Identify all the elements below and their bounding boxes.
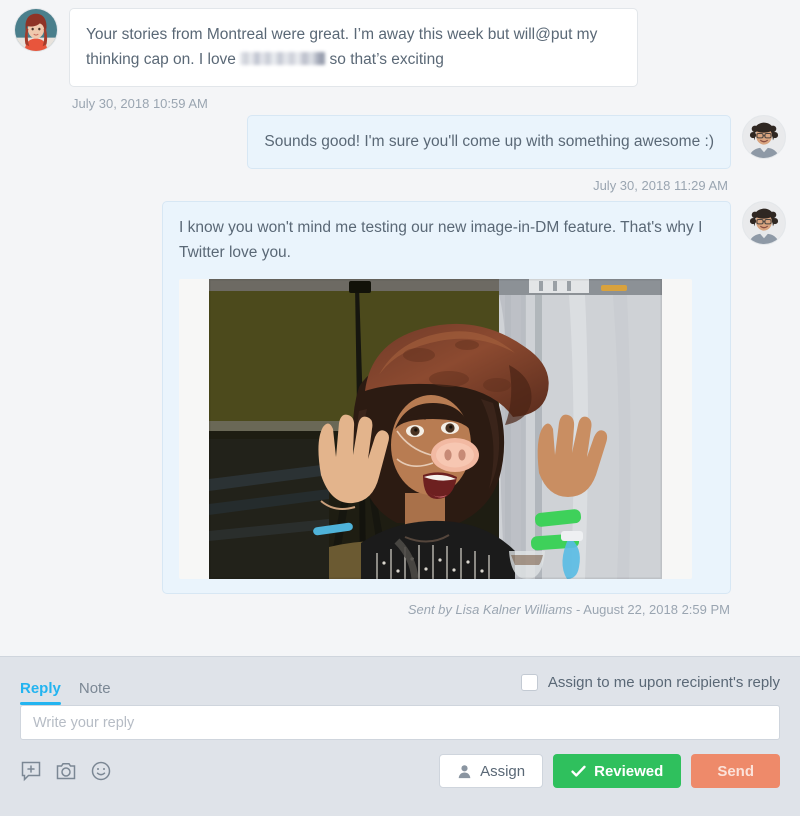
message-block: Your stories from Montreal were great. I… [58,8,638,111]
image-attachment[interactable] [179,278,692,579]
reply-input[interactable] [20,705,780,740]
emoji-icon[interactable] [90,760,112,782]
composer-actions-row: Assign Reviewed Send [20,754,780,788]
sent-by-separator: - [572,601,584,617]
check-icon [571,765,586,777]
redacted-text [240,52,326,66]
message-row-inbound: Your stories from Montreal were great. I… [14,8,786,111]
sent-by-footer: Sent by Lisa Kalner Williams - August 22… [162,594,730,617]
message-block: Sounds good! I'm sure you'll come up wit… [247,115,742,193]
assign-button[interactable]: Assign [439,754,544,788]
send-button[interactable]: Send [691,754,780,788]
tab-note[interactable]: Note [79,681,111,705]
composer-buttons: Assign Reviewed Send [439,754,780,788]
camera-icon[interactable] [55,760,77,782]
composer-tool-icons [20,760,112,782]
assign-on-reply-label: Assign to me upon recipient's reply [547,673,780,691]
message-row-outbound: Sounds good! I'm sure you'll come up wit… [14,115,786,193]
tab-reply[interactable]: Reply [20,681,61,705]
reviewed-button[interactable]: Reviewed [553,754,682,788]
dm-conversation-view: Your stories from Montreal were great. I… [0,0,800,816]
assign-on-reply-option[interactable]: Assign to me upon recipient's reply [520,673,780,695]
reviewed-button-label: Reviewed [594,762,664,780]
message-row-outbound-image: I know you won't mind me testing our new… [14,201,786,617]
message-timestamp: July 30, 2018 10:59 AM [72,96,208,112]
reply-composer-panel: Reply Note Assign to me upon recipient's… [0,656,800,816]
conversation-thread[interactable]: Your stories from Montreal were great. I… [0,0,800,656]
message-bubble-outbound: I know you won't mind me testing our new… [162,201,731,594]
message-bubble-outbound: Sounds good! I'm sure you'll come up wit… [247,115,731,170]
person-icon [458,764,471,778]
sent-by-date: August 22, 2018 2:59 PM [583,601,730,617]
saved-reply-icon[interactable] [20,760,42,782]
message-block: I know you won't mind me testing our new… [162,201,742,617]
message-text: I know you won't mind me testing our new… [179,219,703,262]
send-button-label: Send [717,762,754,780]
assign-on-reply-checkbox[interactable] [520,673,538,691]
composer-header: Reply Note Assign to me upon recipient's… [20,657,780,705]
assign-button-label: Assign [480,762,526,780]
message-text-part-2: so that’s exciting [325,51,444,69]
contact-avatar[interactable] [14,8,58,52]
message-timestamp: July 30, 2018 11:29 AM [593,178,728,194]
agent-avatar[interactable] [742,115,786,160]
sent-by-author: Sent by Lisa Kalner Williams [407,601,573,617]
composer-tabs: Reply Note [20,663,111,705]
message-bubble-inbound: Your stories from Montreal were great. I… [69,8,638,88]
agent-avatar[interactable] [742,201,786,246]
